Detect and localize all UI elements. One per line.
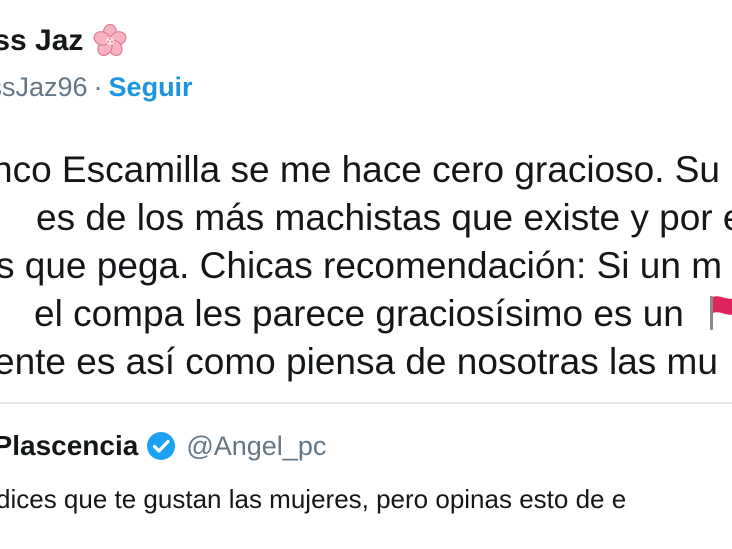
tweet-line-with-flag: el compa les parece graciosísimo es un — [34, 292, 732, 336]
quoted-tweet-text[interactable]: dices que te gustan las mujeres, pero op… — [0, 484, 626, 515]
tweet-screenshot: Miss Jaz MissJaz96 · Seguir n — [0, 0, 732, 549]
tweet-line: el compa les parece graciosísimo es un — [34, 293, 684, 334]
tweet-line: ente es así como piensa de nosotras las … — [0, 341, 718, 382]
quoted-display-name[interactable]: l Plascencia — [0, 430, 138, 462]
quoted-handle[interactable]: @Angel_pc — [186, 431, 326, 462]
author-display-name[interactable]: Miss Jaz — [0, 24, 83, 58]
tweet-line: s que pega. Chicas recomendación: Si un … — [0, 245, 723, 286]
tweet-text: nco Escamilla se me hace cero gracioso. … — [0, 148, 732, 388]
cherry-blossom-icon — [93, 23, 127, 58]
quote-divider — [0, 402, 732, 404]
verified-badge-icon — [146, 431, 176, 461]
separator-dot: · — [93, 72, 103, 102]
quoted-author-row[interactable]: l Plascencia @Angel_pc — [0, 430, 326, 462]
tweet-line: es de los más machistas que existe y por… — [36, 197, 732, 238]
author-handle-row: MissJaz96 · Seguir — [0, 72, 193, 103]
tweet-line: nco Escamilla se me hace cero gracioso. … — [0, 149, 721, 190]
author-handle[interactable]: MissJaz96 — [0, 72, 88, 103]
author-name-row: Miss Jaz — [0, 23, 127, 58]
follow-button[interactable]: Seguir — [109, 72, 193, 103]
red-flag-icon — [704, 292, 732, 332]
